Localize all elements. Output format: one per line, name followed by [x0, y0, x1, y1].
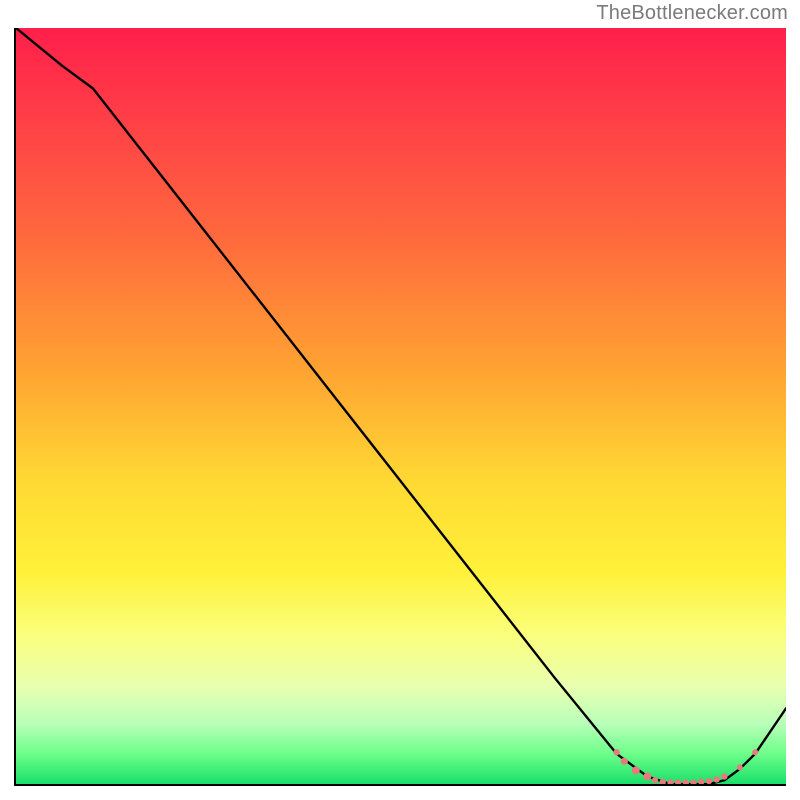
- highlight-dot: [660, 779, 666, 784]
- highlight-dot: [713, 776, 719, 782]
- attribution-text: TheBottlenecker.com: [596, 2, 788, 25]
- chart-svg-layer: [16, 28, 786, 784]
- highlight-dot: [683, 779, 689, 784]
- highlight-dot: [737, 764, 743, 770]
- highlight-dot: [667, 779, 673, 784]
- highlight-dot: [632, 766, 640, 774]
- highlight-dot: [675, 779, 681, 784]
- highlight-dot: [698, 779, 704, 784]
- bottleneck-curve-line: [16, 28, 786, 784]
- highlight-dot: [690, 779, 696, 784]
- highlight-dot: [706, 778, 712, 784]
- highlight-dot: [652, 777, 658, 783]
- highlight-dot: [752, 749, 758, 755]
- highlight-dot: [721, 773, 727, 779]
- highlight-dot: [621, 758, 628, 765]
- highlight-dot: [643, 772, 651, 780]
- highlight-dot: [613, 749, 619, 755]
- chart-frame: [14, 28, 786, 786]
- highlight-dots-group: [613, 749, 758, 784]
